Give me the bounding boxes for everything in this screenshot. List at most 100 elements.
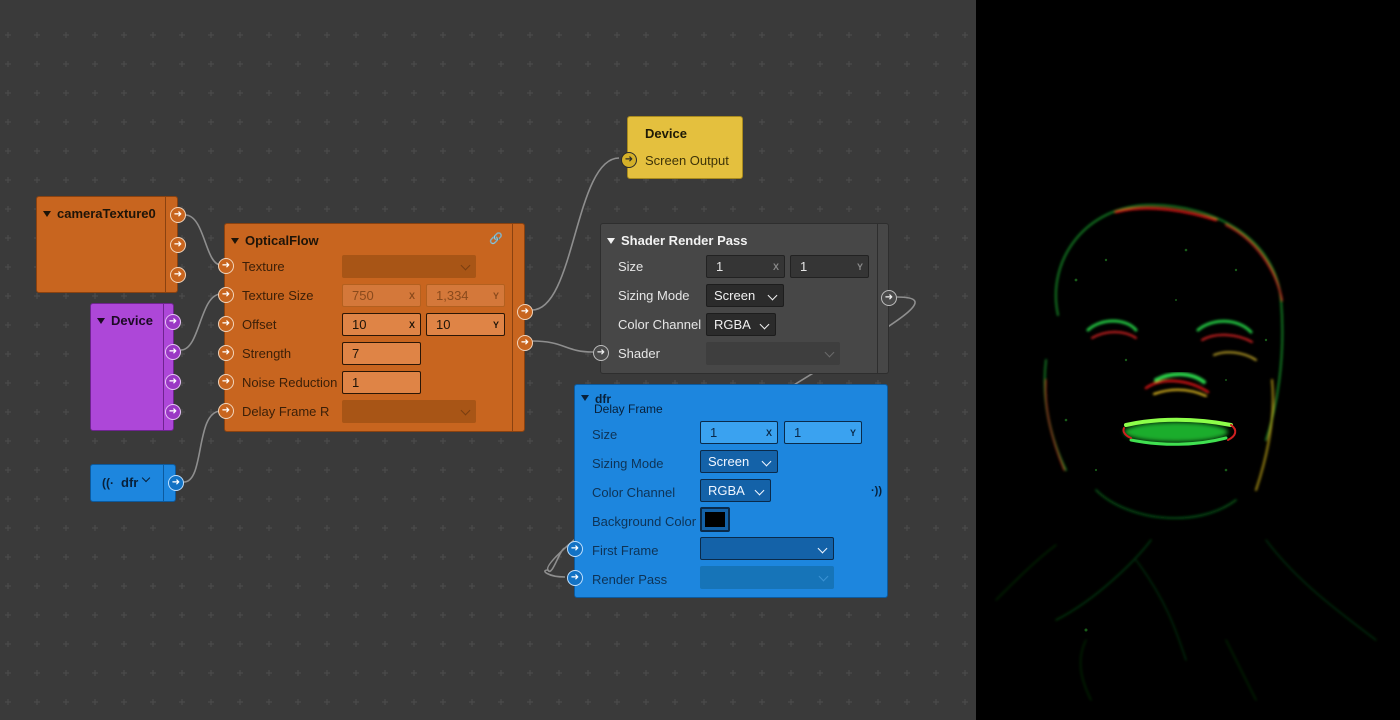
texture-size-y-value: 1,334 [436,288,469,303]
size-x-field[interactable]: 1X [706,255,785,278]
chevron-down-icon [824,347,835,358]
output-port-2[interactable]: ➜ [170,237,186,253]
patch-editor-canvas[interactable]: cameraTexture0 ➜ ➜ ➜ Device ➜ ➜ ➜ ➜ ((· … [0,0,976,720]
arrow-right-icon: ➜ [173,239,183,250]
noise-reduction-value: 1 [352,375,360,390]
offset-y-field[interactable]: 10 Y [426,313,505,336]
size-y-value: 1 [794,425,802,440]
input-port-texture-size[interactable]: ➜ [218,287,234,303]
input-port-shader[interactable]: ➜ [593,345,609,361]
sizing-mode-value: Screen [714,288,756,303]
output-port-2[interactable]: ➜ [165,344,181,360]
optical-flow-node[interactable]: OpticalFlow 🔗 Texture Texture Size 750 X … [218,223,533,432]
link-icon[interactable]: 🔗 [489,232,503,245]
output-port-2[interactable]: ➜ [517,335,533,351]
chevron-down-icon [460,260,471,271]
size-label: Size [592,427,618,442]
texture-size-x-value: 750 [352,288,374,303]
output-port-1[interactable]: ➜ [517,304,533,320]
arrow-right-icon: ➜ [221,318,231,329]
color-channel-select[interactable]: RGBA [706,313,776,336]
node-rail [512,224,513,431]
arrow-right-icon: ➜ [221,289,231,300]
size-y-value: 1 [800,259,808,274]
node-subtitle: Delay Frame [594,402,663,416]
noise-reduction-field[interactable]: 1 [342,371,421,394]
size-x-value: 1 [716,259,724,274]
shader-select[interactable] [706,342,840,365]
output-port[interactable]: ➜ [168,475,184,491]
axis-x-label: X [408,320,415,330]
input-port-texture[interactable]: ➜ [218,258,234,274]
strength-value: 7 [352,346,360,361]
chevron-down-icon [817,543,828,554]
chevron-down-icon [754,485,765,496]
collapse-triangle-icon[interactable] [231,237,239,244]
strength-field[interactable]: 7 [342,342,421,365]
shader-render-pass-node[interactable]: Shader Render Pass Size 1X 1Y Sizing Mod… [593,223,897,374]
output-port-4[interactable]: ➜ [165,404,181,420]
size-x-field[interactable]: 1X [700,421,778,444]
size-y-field[interactable]: 1Y [790,255,869,278]
arrow-right-icon: ➜ [173,269,183,280]
collapse-triangle-icon[interactable] [43,210,51,217]
arrow-right-icon: ➜ [884,292,894,303]
arrow-right-icon: ➜ [520,306,530,317]
delay-frame-select[interactable] [342,400,476,423]
device-output-node[interactable]: Device Screen Output ➜ [621,116,743,179]
axis-y-label: Y [492,291,499,301]
texture-size-x-field[interactable]: 750 X [342,284,421,307]
sizing-mode-select[interactable]: Screen [700,450,778,473]
texture-label: Texture [242,259,285,274]
background-color-swatch[interactable] [700,507,730,532]
sizing-mode-select[interactable]: Screen [706,284,784,307]
device-node-purple[interactable]: Device ➜ ➜ ➜ ➜ [90,303,181,431]
arrow-right-icon: ➜ [520,337,530,348]
node-title: Device [111,313,153,328]
texture-size-y-field[interactable]: 1,334 Y [426,284,505,307]
collapse-triangle-icon[interactable] [581,394,589,401]
size-y-field[interactable]: 1Y [784,421,862,444]
preview-image [976,0,1400,720]
axis-x-label: X [408,291,415,301]
input-port-strength[interactable]: ➜ [218,345,234,361]
render-pass-select[interactable] [700,566,834,589]
chevron-down-icon [460,405,471,416]
size-x-value: 1 [710,425,718,440]
texture-select[interactable] [342,255,476,278]
input-port-offset[interactable]: ➜ [218,316,234,332]
broadcast-icon: ·)) [871,485,882,497]
output-port-1[interactable]: ➜ [170,207,186,223]
axis-x-label: X [772,262,779,272]
arrow-right-icon: ➜ [168,316,178,327]
input-port-render-pass[interactable]: ➜ [567,570,583,586]
arrow-right-icon: ➜ [624,154,634,165]
output-port-3[interactable]: ➜ [170,267,186,283]
output-port-1[interactable]: ➜ [165,314,181,330]
output-port[interactable]: ➜ [881,290,897,306]
input-port-noise-reduction[interactable]: ➜ [218,374,234,390]
strength-label: Strength [242,346,292,361]
sizing-mode-label: Sizing Mode [592,456,664,471]
dfr-receiver-node[interactable]: ((· dfr ➜ [90,464,184,502]
input-port-screen-output[interactable]: ➜ [621,152,637,168]
arrow-right-icon: ➜ [173,209,183,220]
collapse-triangle-icon[interactable] [607,237,615,244]
camera-texture-node[interactable]: cameraTexture0 ➜ ➜ ➜ [36,196,186,293]
collapse-triangle-icon[interactable] [97,317,105,324]
node-rail [163,304,164,430]
output-port-3[interactable]: ➜ [165,374,181,390]
first-frame-select[interactable] [700,537,834,560]
arrow-right-icon: ➜ [221,405,231,416]
offset-x-field[interactable]: 10 X [342,313,421,336]
arrow-right-icon: ➜ [570,543,580,554]
chevron-down-icon[interactable] [141,473,151,483]
input-port-delay-frame[interactable]: ➜ [218,403,234,419]
color-channel-value: RGBA [708,483,745,498]
color-channel-select[interactable]: RGBA [700,479,771,502]
node-rail [165,197,166,292]
delay-frame-node[interactable]: dfr Delay Frame ·)) Size 1X 1Y Sizing Mo… [567,384,888,598]
background-color-label: Background Color [592,514,697,529]
input-port-first-frame[interactable]: ➜ [567,541,583,557]
offset-label: Offset [242,317,277,332]
